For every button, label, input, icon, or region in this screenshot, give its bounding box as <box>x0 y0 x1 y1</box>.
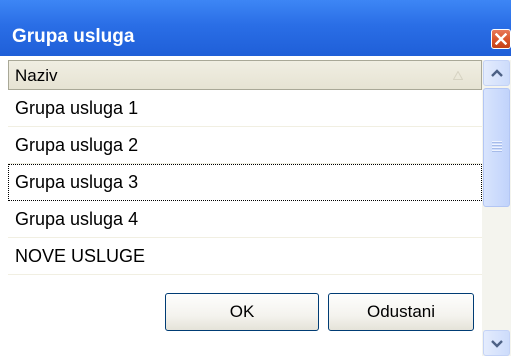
grip-line <box>492 145 502 146</box>
list-item[interactable]: Grupa usluga 1 <box>8 90 482 127</box>
grip-line <box>492 142 502 143</box>
close-button[interactable] <box>491 29 511 49</box>
grip-line <box>492 151 502 152</box>
list-item[interactable]: NOVE USLUGE <box>8 238 482 275</box>
chevron-down-icon <box>491 340 503 348</box>
scroll-thumb[interactable] <box>483 88 510 207</box>
list-item-label: Grupa usluga 4 <box>15 209 139 229</box>
list-item-label: NOVE USLUGE <box>15 246 146 266</box>
chevron-up-icon <box>491 69 503 77</box>
grip-line <box>492 148 502 149</box>
list-item[interactable]: Grupa usluga 2 <box>8 127 482 164</box>
title-bar[interactable]: Grupa usluga <box>0 0 511 56</box>
group-list: Naziv Grupa usluga 1 Grupa usluga 2 Grup… <box>8 60 482 288</box>
sort-ascending-icon <box>453 71 463 80</box>
dialog-content: Naziv Grupa usluga 1 Grupa usluga 2 Grup… <box>0 56 511 356</box>
vertical-scrollbar[interactable] <box>482 60 511 356</box>
close-icon <box>495 33 507 45</box>
column-header-label: Naziv <box>15 66 58 85</box>
scroll-up-button[interactable] <box>483 60 510 86</box>
list-item[interactable]: Grupa usluga 4 <box>8 201 482 238</box>
list-item-label: Grupa usluga 2 <box>15 135 139 155</box>
window-title: Grupa usluga <box>12 26 135 47</box>
cancel-button[interactable]: Odustani <box>328 293 474 331</box>
dialog-window: Grupa usluga Naziv Grupa usluga 1 Grupa … <box>0 0 511 356</box>
ok-button[interactable]: OK <box>165 293 319 331</box>
scroll-down-button[interactable] <box>483 330 510 356</box>
list-item-label: Grupa usluga 3 <box>15 172 139 192</box>
column-header-naziv[interactable]: Naziv <box>8 60 482 90</box>
list-item-selected[interactable]: Grupa usluga 3 <box>8 164 482 201</box>
list-item-label: Grupa usluga 1 <box>15 98 139 118</box>
